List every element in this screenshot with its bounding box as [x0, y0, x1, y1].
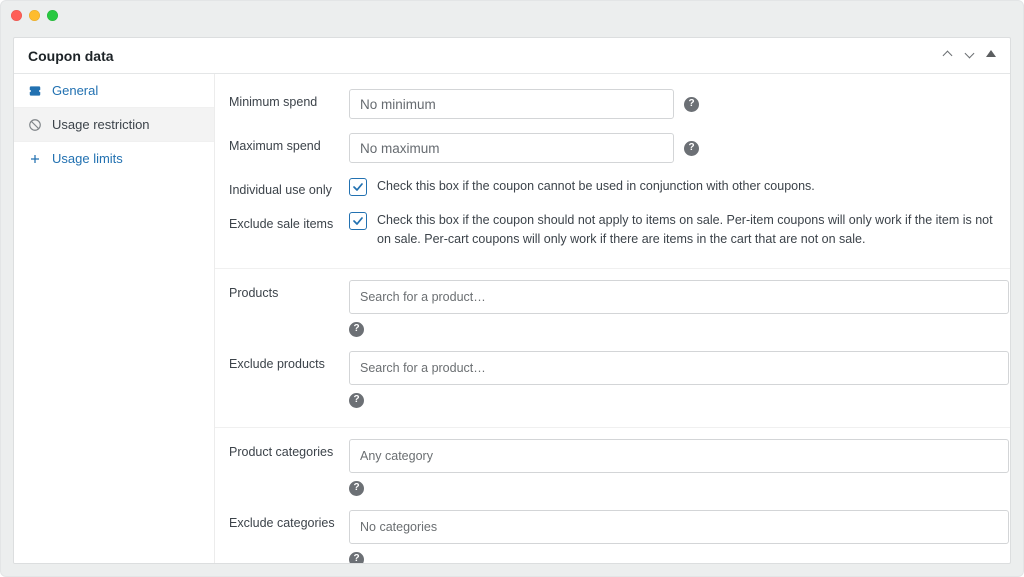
maximum-spend-input[interactable]: [349, 133, 674, 163]
row-exclude-products: Exclude products Search for a product… ?: [215, 344, 1010, 415]
section-products: Products Search for a product… ? Exclude…: [215, 273, 1010, 428]
row-exclude-sale-items: Exclude sale items Check this box if the…: [215, 204, 1010, 256]
tab-general[interactable]: General: [14, 74, 214, 108]
row-minimum-spend: Minimum spend ?: [215, 82, 1010, 126]
row-individual-use: Individual use only Check this box if th…: [215, 170, 1010, 204]
products-select[interactable]: Search for a product…: [349, 280, 1009, 314]
tab-label: Usage restriction: [52, 117, 150, 132]
section-categories: Product categories Any category ? Exclud…: [215, 432, 1010, 564]
section-spend: Minimum spend ? Maximum spend: [215, 82, 1010, 269]
individual-use-checkbox[interactable]: Check this box if the coupon cannot be u…: [349, 177, 996, 196]
label-products: Products: [229, 280, 349, 300]
checkbox-icon: [349, 178, 367, 196]
collapse-toggle-icon[interactable]: [986, 50, 996, 57]
help-icon[interactable]: ?: [684, 97, 699, 112]
checkbox-icon: [349, 212, 367, 230]
window-chrome: Coupon data General: [0, 0, 1024, 577]
tab-usage-restriction[interactable]: Usage restriction: [14, 108, 214, 142]
checkbox-text: Check this box if the coupon cannot be u…: [377, 177, 815, 196]
select-placeholder: No categories: [360, 520, 437, 534]
exclude-categories-select[interactable]: No categories: [349, 510, 1009, 544]
panel-controls: [942, 50, 996, 62]
maximize-icon[interactable]: [47, 10, 58, 21]
help-icon[interactable]: ?: [349, 322, 364, 337]
select-placeholder: Search for a product…: [360, 290, 486, 304]
row-products: Products Search for a product… ?: [215, 273, 1010, 344]
label-exclude-products: Exclude products: [229, 351, 349, 371]
help-icon[interactable]: ?: [349, 552, 364, 564]
panel-header: Coupon data: [14, 38, 1010, 74]
titlebar: [1, 1, 1023, 29]
select-placeholder: Search for a product…: [360, 361, 486, 375]
coupon-data-panel: Coupon data General: [13, 37, 1011, 564]
plus-icon: [28, 152, 42, 166]
label-minimum-spend: Minimum spend: [229, 89, 349, 109]
label-exclude-sale-items: Exclude sale items: [229, 211, 349, 231]
label-individual-use: Individual use only: [229, 177, 349, 197]
exclude-products-select[interactable]: Search for a product…: [349, 351, 1009, 385]
tab-label: General: [52, 83, 98, 98]
checkbox-text: Check this box if the coupon should not …: [377, 211, 996, 249]
panel-title: Coupon data: [28, 48, 114, 64]
chevron-down-icon[interactable]: [964, 50, 976, 62]
row-product-categories: Product categories Any category ?: [215, 432, 1010, 503]
close-icon[interactable]: [11, 10, 22, 21]
help-icon[interactable]: ?: [684, 141, 699, 156]
ban-icon: [28, 118, 42, 132]
label-exclude-categories: Exclude categories: [229, 510, 349, 530]
product-categories-select[interactable]: Any category: [349, 439, 1009, 473]
form-area: Minimum spend ? Maximum spend: [215, 74, 1010, 563]
minimum-spend-input[interactable]: [349, 89, 674, 119]
tab-usage-limits[interactable]: Usage limits: [14, 142, 214, 175]
minimize-icon[interactable]: [29, 10, 40, 21]
tabs-sidebar: General Usage restriction: [14, 74, 215, 563]
panel-body: General Usage restriction: [14, 74, 1010, 563]
row-maximum-spend: Maximum spend ?: [215, 126, 1010, 170]
help-icon[interactable]: ?: [349, 481, 364, 496]
row-exclude-categories: Exclude categories No categories ?: [215, 503, 1010, 564]
exclude-sale-items-checkbox[interactable]: Check this box if the coupon should not …: [349, 211, 996, 249]
help-icon[interactable]: ?: [349, 393, 364, 408]
ticket-icon: [28, 84, 42, 98]
label-product-categories: Product categories: [229, 439, 349, 459]
label-maximum-spend: Maximum spend: [229, 133, 349, 153]
select-placeholder: Any category: [360, 449, 433, 463]
tab-label: Usage limits: [52, 151, 123, 166]
chevron-up-icon[interactable]: [942, 50, 954, 62]
